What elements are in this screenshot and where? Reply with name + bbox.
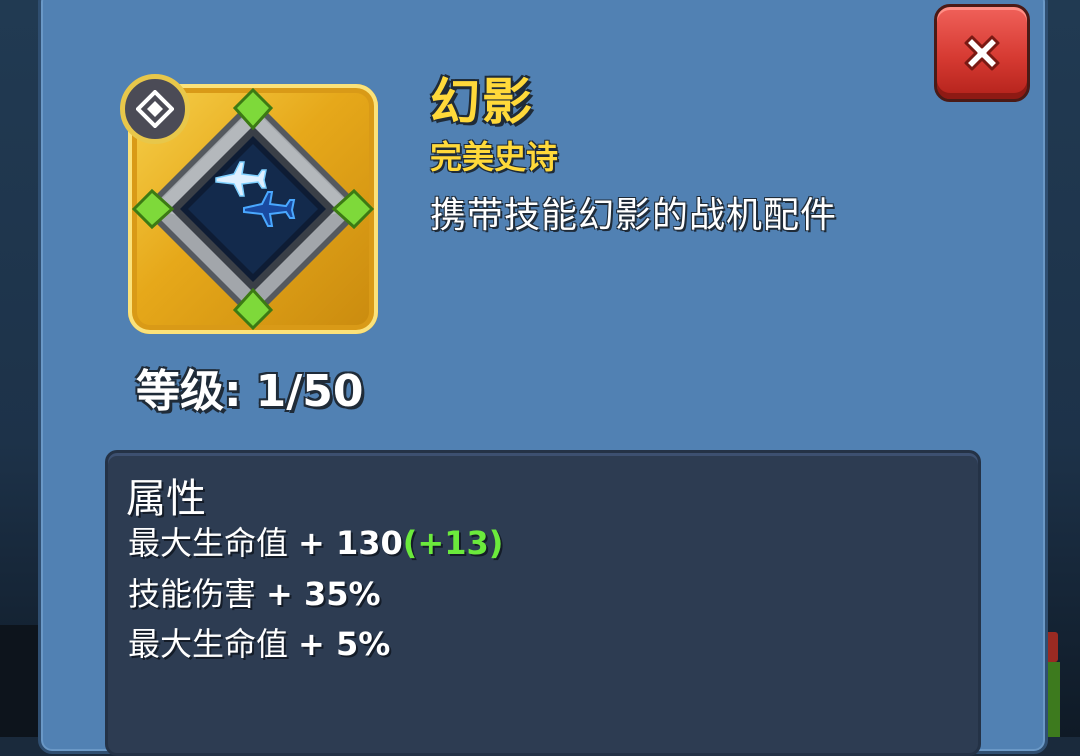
level-display: 等级: 1/50 <box>136 355 364 419</box>
attribute-name: 最大生命值 <box>128 524 289 562</box>
attribute-value: + 130 <box>298 524 403 562</box>
level-label: 等级: <box>136 366 242 417</box>
rarity-badge <box>120 74 190 144</box>
attribute-name: 最大生命值 <box>128 625 289 663</box>
attribute-value: + 35% <box>266 575 381 613</box>
attribute-line: 技能伤害 + 35% <box>128 569 381 615</box>
attribute-name: 技能伤害 <box>128 575 257 613</box>
attribute-line: 最大生命值 + 130(+13) <box>128 518 503 564</box>
item-description: 携带技能幻影的战机配件 <box>430 195 838 236</box>
level-value: 1/50 <box>255 366 364 417</box>
attributes-title: 属性 <box>126 476 206 522</box>
background-strip <box>0 625 40 737</box>
attribute-line: 最大生命值 + 5% <box>128 619 390 665</box>
close-icon <box>964 35 1000 71</box>
item-rarity: 完美史诗 <box>430 138 559 176</box>
item-name: 幻影 <box>430 73 534 131</box>
diamond-icon <box>136 90 174 128</box>
attribute-bonus: (+13) <box>402 524 504 562</box>
attribute-value: + 5% <box>298 625 391 663</box>
close-button[interactable] <box>934 4 1030 102</box>
